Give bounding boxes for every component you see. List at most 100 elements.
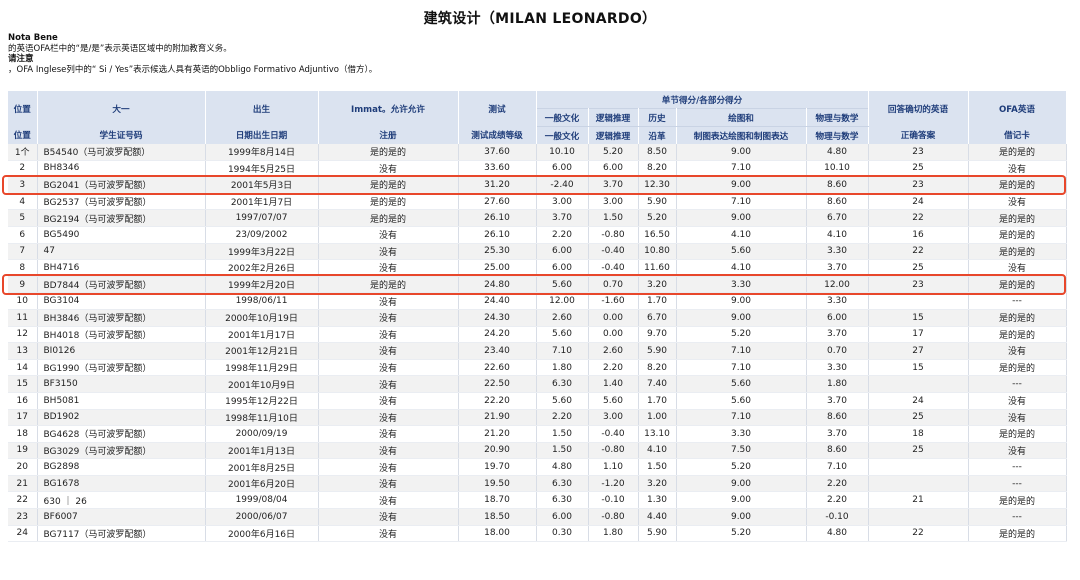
cell-history: 11.60 (638, 259, 677, 277)
cell-logic: 0.70 (588, 276, 639, 294)
cell-student-id: BI0126 (37, 342, 206, 360)
cell-position: 18 (8, 425, 38, 443)
cell-physics-math: 6.70 (806, 209, 869, 227)
cell-ofa-english: 没有 (968, 193, 1067, 211)
cell-test-score: 23.40 (458, 342, 537, 360)
cell-ofa-english: 是的是的 (968, 209, 1067, 227)
cell-ofa-english: 是的是的 (968, 309, 1067, 327)
cell-general-culture: 2.60 (536, 309, 589, 327)
cell-birth-date: 2000/09/19 (205, 425, 319, 443)
table-body: 1个 B54540（马可波罗配额） 1999年8月14日 是的是的 37.60 10.10… (8, 144, 1067, 543)
cell-drawing: 9.00 (676, 309, 807, 327)
cell-immat: 是的是的 (318, 176, 459, 194)
cell-position: 20 (8, 458, 38, 476)
cell-correct-answers: 22 (868, 209, 969, 227)
cell-logic: 3.00 (588, 409, 639, 427)
cell-physics-math: 2.20 (806, 491, 869, 510)
table-row: 12 BH4018（马可波罗配额） 2001年1月17日 没有 24.20 5.60 0.0… (8, 326, 1067, 344)
cell-ofa-english: 没有 (968, 392, 1067, 410)
cell-correct-answers: 24 (868, 392, 969, 410)
cell-logic: 2.20 (588, 359, 639, 377)
cell-general-culture: 6.30 (536, 491, 589, 510)
cell-test-score: 25.30 (458, 243, 537, 261)
table-row: 11 BH3846（马可波罗配额） 2000年10月19日 没有 24.30 2.60 0.… (8, 309, 1067, 327)
cell-logic: 6.00 (588, 160, 639, 178)
cell-ofa-english: 是的是的 (968, 243, 1067, 261)
col-draw-1: 绘图和 (676, 108, 807, 127)
table-row: 19 BG3029（马可波罗配额） 2001年1月13日 没有 20.90 1.50 -0.… (8, 442, 1067, 460)
cell-correct-answers: 23 (868, 276, 969, 294)
cell-general-culture: 6.30 (536, 475, 589, 493)
cell-ofa-english: 没有 (968, 409, 1067, 427)
cell-logic: -1.60 (588, 292, 639, 310)
cell-logic: 1.40 (588, 375, 639, 393)
cell-birth-date: 23/09/2002 (205, 226, 319, 244)
cell-general-culture: 2.20 (536, 226, 589, 244)
nota-bene-text: 的英语OFA栏中的“是/是”表示英语区域中的附加教育义务。 (8, 43, 232, 54)
cell-history: 4.10 (638, 442, 677, 460)
attenzione-label: 请注意 (8, 54, 34, 64)
table-row: 22 630 ｜ 26 1999/08/04 没有 18.70 6.30 -0.10 1.30… (8, 491, 1067, 510)
table-row: 8 BH4716 2002年2月26日 没有 25.00 6.00 -0.40 11.60 4.… (8, 259, 1067, 277)
cell-birth-date: 2001年5月3日 (205, 176, 319, 194)
cell-drawing: 4.10 (676, 226, 807, 244)
cell-correct-answers: 15 (868, 359, 969, 377)
cell-general-culture: 5.60 (536, 276, 589, 294)
table-row: 20 BG2898 2001年8月25日 没有 19.70 4.80 1.10 1.50 5.2… (8, 458, 1067, 476)
cell-physics-math: 1.80 (806, 375, 869, 393)
cell-ofa-english: 是的是的 (968, 326, 1067, 344)
cell-physics-math: 8.60 (806, 193, 869, 211)
cell-position: 12 (8, 326, 38, 344)
cell-physics-math: 4.80 (806, 144, 869, 161)
cell-correct-answers (868, 458, 969, 476)
cell-logic: -1.20 (588, 475, 639, 493)
cell-test-score: 25.00 (458, 259, 537, 277)
cell-immat: 没有 (318, 342, 459, 360)
cell-immat: 是的是的 (318, 193, 459, 211)
table-row: 6 BG5490 23/09/2002 没有 26.10 2.20 -0.80 16.50 4.… (8, 226, 1067, 244)
cell-position: 13 (8, 342, 38, 360)
cell-ofa-english: 是的是的 (968, 226, 1067, 244)
col-phys-2: 物理与数学 (806, 126, 869, 144)
cell-student-id: BG1990（马可波罗配额） (37, 359, 206, 377)
col-ofa-2: 借记卡 (968, 126, 1067, 144)
cell-immat: 是的是的 (318, 276, 459, 294)
cell-position: 17 (8, 409, 38, 427)
cell-position: 8 (8, 259, 38, 277)
table-row: 3 BG2041（马可波罗配额） 2001年5月3日 是的是的 31.20 -2.40 3.… (8, 176, 1067, 194)
cell-physics-math: 4.10 (806, 226, 869, 244)
cell-history: 1.70 (638, 392, 677, 410)
cell-history: 7.40 (638, 375, 677, 393)
cell-history: 1.50 (638, 458, 677, 476)
cell-general-culture: 6.30 (536, 375, 589, 393)
cell-birth-date: 1999年2月20日 (205, 276, 319, 294)
cell-immat: 没有 (318, 292, 459, 310)
col-test-1: 测试 (458, 91, 537, 127)
cell-correct-answers: 23 (868, 176, 969, 194)
cell-birth-date: 1999年3月22日 (205, 243, 319, 261)
cell-correct-answers (868, 508, 969, 526)
cell-physics-math: 3.70 (806, 326, 869, 344)
cell-drawing: 4.10 (676, 259, 807, 277)
cell-birth-date: 2000/06/07 (205, 508, 319, 526)
cell-history: 1.00 (638, 409, 677, 427)
table-row: 2 BH8346 1994年5月25日 没有 33.60 6.00 6.00 8.20 7.10… (8, 160, 1067, 178)
cell-general-culture: 6.00 (536, 243, 589, 261)
cell-drawing: 7.10 (676, 359, 807, 377)
cell-logic: 5.20 (588, 144, 639, 161)
cell-position: 11 (8, 309, 38, 327)
cell-birth-date: 2001年1月17日 (205, 326, 319, 344)
cell-position: 2 (8, 160, 38, 178)
cell-ofa-english: 没有 (968, 160, 1067, 178)
cell-test-score: 21.20 (458, 425, 537, 443)
cell-drawing: 7.10 (676, 342, 807, 360)
table-row: 5 BG2194（马可波罗配额） 1997/07/07 是的是的 26.10 3.70 1.… (8, 209, 1067, 227)
cell-immat: 没有 (318, 226, 459, 244)
cell-position: 24 (8, 525, 38, 543)
table-header: 位置 大一 出生 Immat。允许允许 测试 单节得分/各部分得分 回答确切的英… (8, 91, 1067, 144)
table-row: 1个 B54540（马可波罗配额） 1999年8月14日 是的是的 37.60 10.10… (8, 144, 1067, 161)
cell-student-id: BH3846（马可波罗配额） (37, 309, 206, 327)
cell-correct-answers: 25 (868, 409, 969, 427)
cell-ofa-english: 是的是的 (968, 144, 1067, 161)
cell-test-score: 26.10 (458, 226, 537, 244)
